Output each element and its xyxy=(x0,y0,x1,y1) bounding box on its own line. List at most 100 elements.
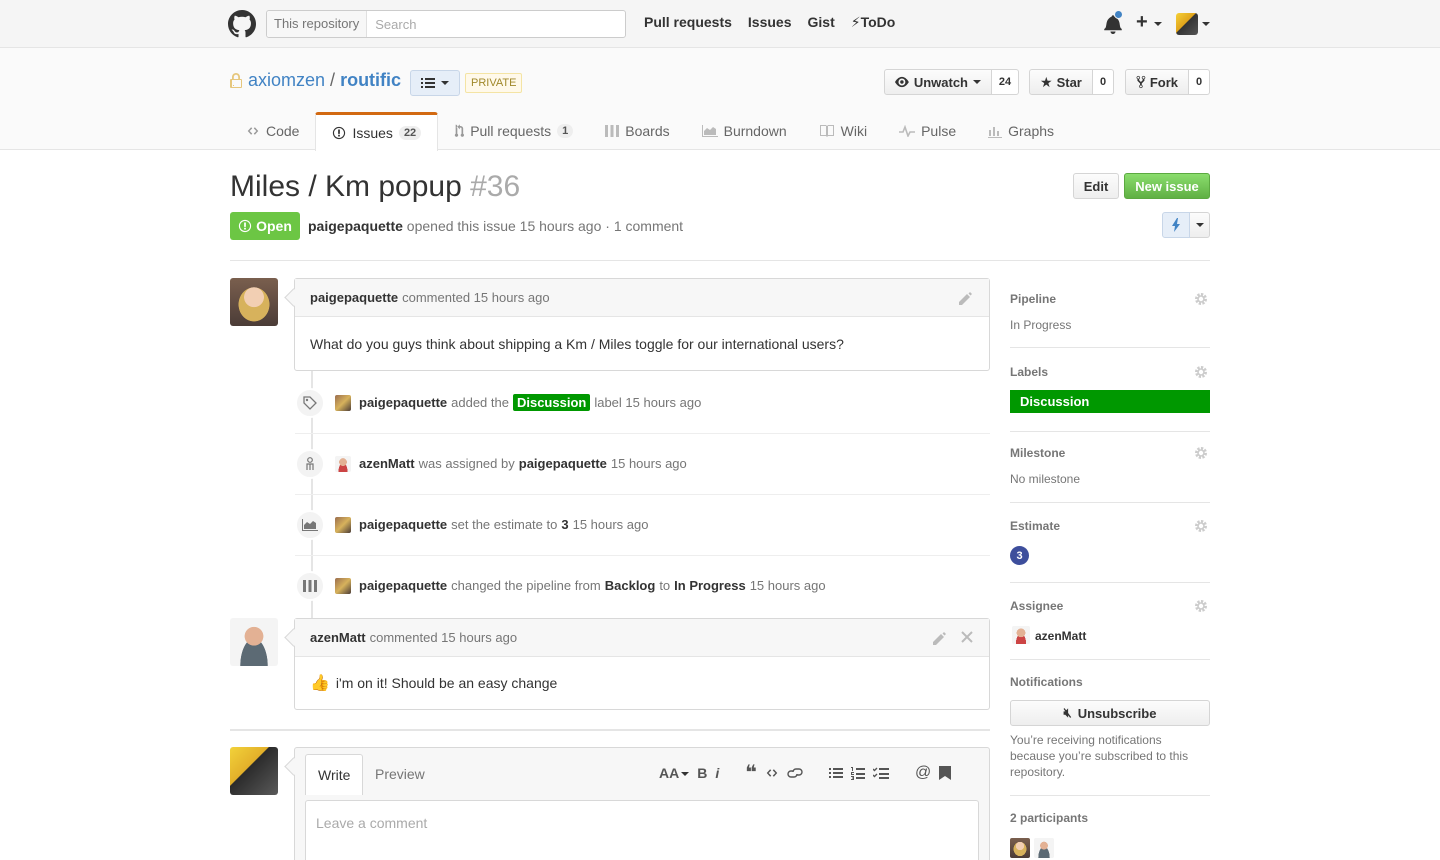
avatar-azenmatt[interactable] xyxy=(230,618,278,666)
event-assigner-link[interactable]: paigepaquette xyxy=(519,456,607,471)
assignee-avatar[interactable] xyxy=(1012,626,1030,644)
gear-icon[interactable] xyxy=(1194,446,1208,460)
tab-pull-requests[interactable]: Pull requests 1 xyxy=(438,112,589,150)
issue-author-link[interactable]: paigepaquette xyxy=(308,218,403,234)
event-user-link[interactable]: paigepaquette xyxy=(359,578,447,593)
bold-button[interactable]: B xyxy=(697,765,707,781)
code-icon[interactable] xyxy=(765,767,779,779)
comment-text: What do you guys think about shipping a … xyxy=(310,335,844,352)
participant-avatar-azenmatt[interactable] xyxy=(1034,838,1054,858)
avatar-azenmatt[interactable] xyxy=(335,455,351,472)
comment-textarea[interactable]: Leave a comment xyxy=(305,800,979,860)
ordered-list-icon[interactable] xyxy=(851,766,865,780)
unwatch-button[interactable]: Unwatch xyxy=(884,69,992,95)
tab-write[interactable]: Write xyxy=(305,754,364,795)
star-count[interactable]: 0 xyxy=(1093,69,1114,95)
tab-issues-label: Issues xyxy=(352,125,393,141)
close-icon[interactable] xyxy=(961,631,973,643)
pencil-icon[interactable] xyxy=(959,291,973,305)
avatar-paigepaquette[interactable] xyxy=(335,516,351,533)
comment-author-link[interactable]: azenMatt xyxy=(310,630,366,645)
fork-count[interactable]: 0 xyxy=(1189,69,1210,95)
avatar-paigepaquette[interactable] xyxy=(230,278,278,326)
search-input[interactable] xyxy=(367,11,625,37)
bookmark-icon[interactable] xyxy=(939,766,952,780)
user-avatar[interactable] xyxy=(1176,13,1198,35)
header-divider xyxy=(230,260,1210,261)
burndown-icon xyxy=(701,125,718,137)
issue-state-badge: Open xyxy=(230,212,300,240)
zenhub-action-button[interactable] xyxy=(1162,212,1210,238)
chevron-down-icon[interactable] xyxy=(1202,22,1210,26)
github-logo-icon[interactable] xyxy=(228,10,256,38)
tab-wiki[interactable]: Wiki xyxy=(803,112,883,150)
markdown-toolbar: AA B i ❝ @ xyxy=(659,763,952,783)
link-icon[interactable] xyxy=(787,767,803,779)
unsubscribe-button[interactable]: 🔇︎ Unsubscribe xyxy=(1010,700,1210,726)
gear-icon[interactable] xyxy=(1194,292,1208,306)
fork-button[interactable]: Fork xyxy=(1125,69,1189,95)
chevron-down-icon xyxy=(441,81,449,85)
comment-timestamp[interactable]: commented 15 hours ago xyxy=(402,290,549,305)
sidebar-participants: 2 participants xyxy=(1010,796,1210,860)
tab-burndown[interactable]: Burndown xyxy=(686,112,803,150)
tab-pulse-label: Pulse xyxy=(921,123,957,139)
nav-gist[interactable]: Gist xyxy=(808,14,835,31)
zenhub-bolt-button[interactable] xyxy=(1162,212,1190,238)
pencil-icon[interactable] xyxy=(933,631,947,645)
new-issue-button[interactable]: New issue xyxy=(1124,173,1210,199)
tab-graphs[interactable]: Graphs xyxy=(972,112,1070,150)
gear-icon[interactable] xyxy=(1194,599,1208,613)
gear-icon[interactable] xyxy=(1194,365,1208,379)
issue-title: Miles / Km popup #36 xyxy=(230,170,520,204)
heading-button[interactable]: AA xyxy=(659,765,690,781)
board-view-toggle[interactable] xyxy=(410,70,460,96)
italic-button[interactable]: i xyxy=(715,765,719,781)
boards-icon xyxy=(303,579,317,592)
new-comment-form: Write Preview AA B i ❝ @ Leave a comment xyxy=(294,747,990,860)
comment-body: What do you guys think about shipping a … xyxy=(295,317,989,370)
repo-name-link[interactable]: routific xyxy=(340,70,401,91)
edit-title-button[interactable]: Edit xyxy=(1073,173,1119,199)
mute-icon: 🔇︎ xyxy=(1063,705,1072,720)
comment-author-link[interactable]: paigepaquette xyxy=(310,290,398,305)
tab-pulse[interactable]: Pulse xyxy=(883,112,972,150)
repo-owner-link[interactable]: axiomzen xyxy=(248,70,325,91)
nav-issues[interactable]: Issues xyxy=(748,14,792,31)
issue-meta: paigepaquette opened this issue 15 hours… xyxy=(308,218,683,234)
tab-code-label: Code xyxy=(266,123,300,139)
sidebar-milestone-title: Milestone xyxy=(1010,446,1066,460)
event-user-link[interactable]: azenMatt xyxy=(359,456,415,471)
person-icon-badge xyxy=(295,448,325,479)
mention-button[interactable]: @ xyxy=(915,764,931,782)
current-user-avatar[interactable] xyxy=(230,747,278,795)
sidebar-label-discussion[interactable]: Discussion xyxy=(1010,390,1210,413)
event-label-added: paigepaquette added the Discussion label… xyxy=(295,372,990,433)
top-nav: Pull requests Issues Gist ⚡︎ToDo xyxy=(644,14,895,31)
event-action: changed the pipeline from xyxy=(451,578,601,593)
zenhub-menu-toggle[interactable] xyxy=(1190,212,1210,238)
task-list-icon[interactable] xyxy=(873,767,889,780)
create-new-icon[interactable]: + xyxy=(1136,11,1148,34)
avatar-paigepaquette[interactable] xyxy=(335,394,351,411)
event-user-link[interactable]: paigepaquette xyxy=(359,517,447,532)
participant-avatar-paigepaquette[interactable] xyxy=(1010,838,1030,858)
tab-boards[interactable]: Boards xyxy=(589,112,685,150)
label-discussion[interactable]: Discussion xyxy=(512,394,591,411)
watch-count[interactable]: 24 xyxy=(992,69,1019,95)
quote-icon[interactable]: ❝ xyxy=(745,763,757,783)
tab-issues[interactable]: Issues 22 xyxy=(315,112,439,151)
unordered-list-icon[interactable] xyxy=(829,767,843,779)
assignee-name[interactable]: azenMatt xyxy=(1035,629,1086,643)
sidebar-notifications: Notifications 🔇︎ Unsubscribe You’re rece… xyxy=(1010,660,1210,796)
avatar-paigepaquette[interactable] xyxy=(335,577,351,594)
tab-preview[interactable]: Preview xyxy=(363,754,437,794)
nav-todo[interactable]: ⚡︎ToDo xyxy=(851,14,896,31)
event-user-link[interactable]: paigepaquette xyxy=(359,395,447,410)
nav-pull-requests[interactable]: Pull requests xyxy=(644,14,732,31)
gear-icon[interactable] xyxy=(1194,519,1208,533)
comment-timestamp[interactable]: commented 15 hours ago xyxy=(370,630,517,645)
tab-code[interactable]: Code xyxy=(230,112,315,150)
star-button[interactable]: ★ Star xyxy=(1029,69,1093,95)
chevron-down-icon[interactable] xyxy=(1154,22,1162,26)
